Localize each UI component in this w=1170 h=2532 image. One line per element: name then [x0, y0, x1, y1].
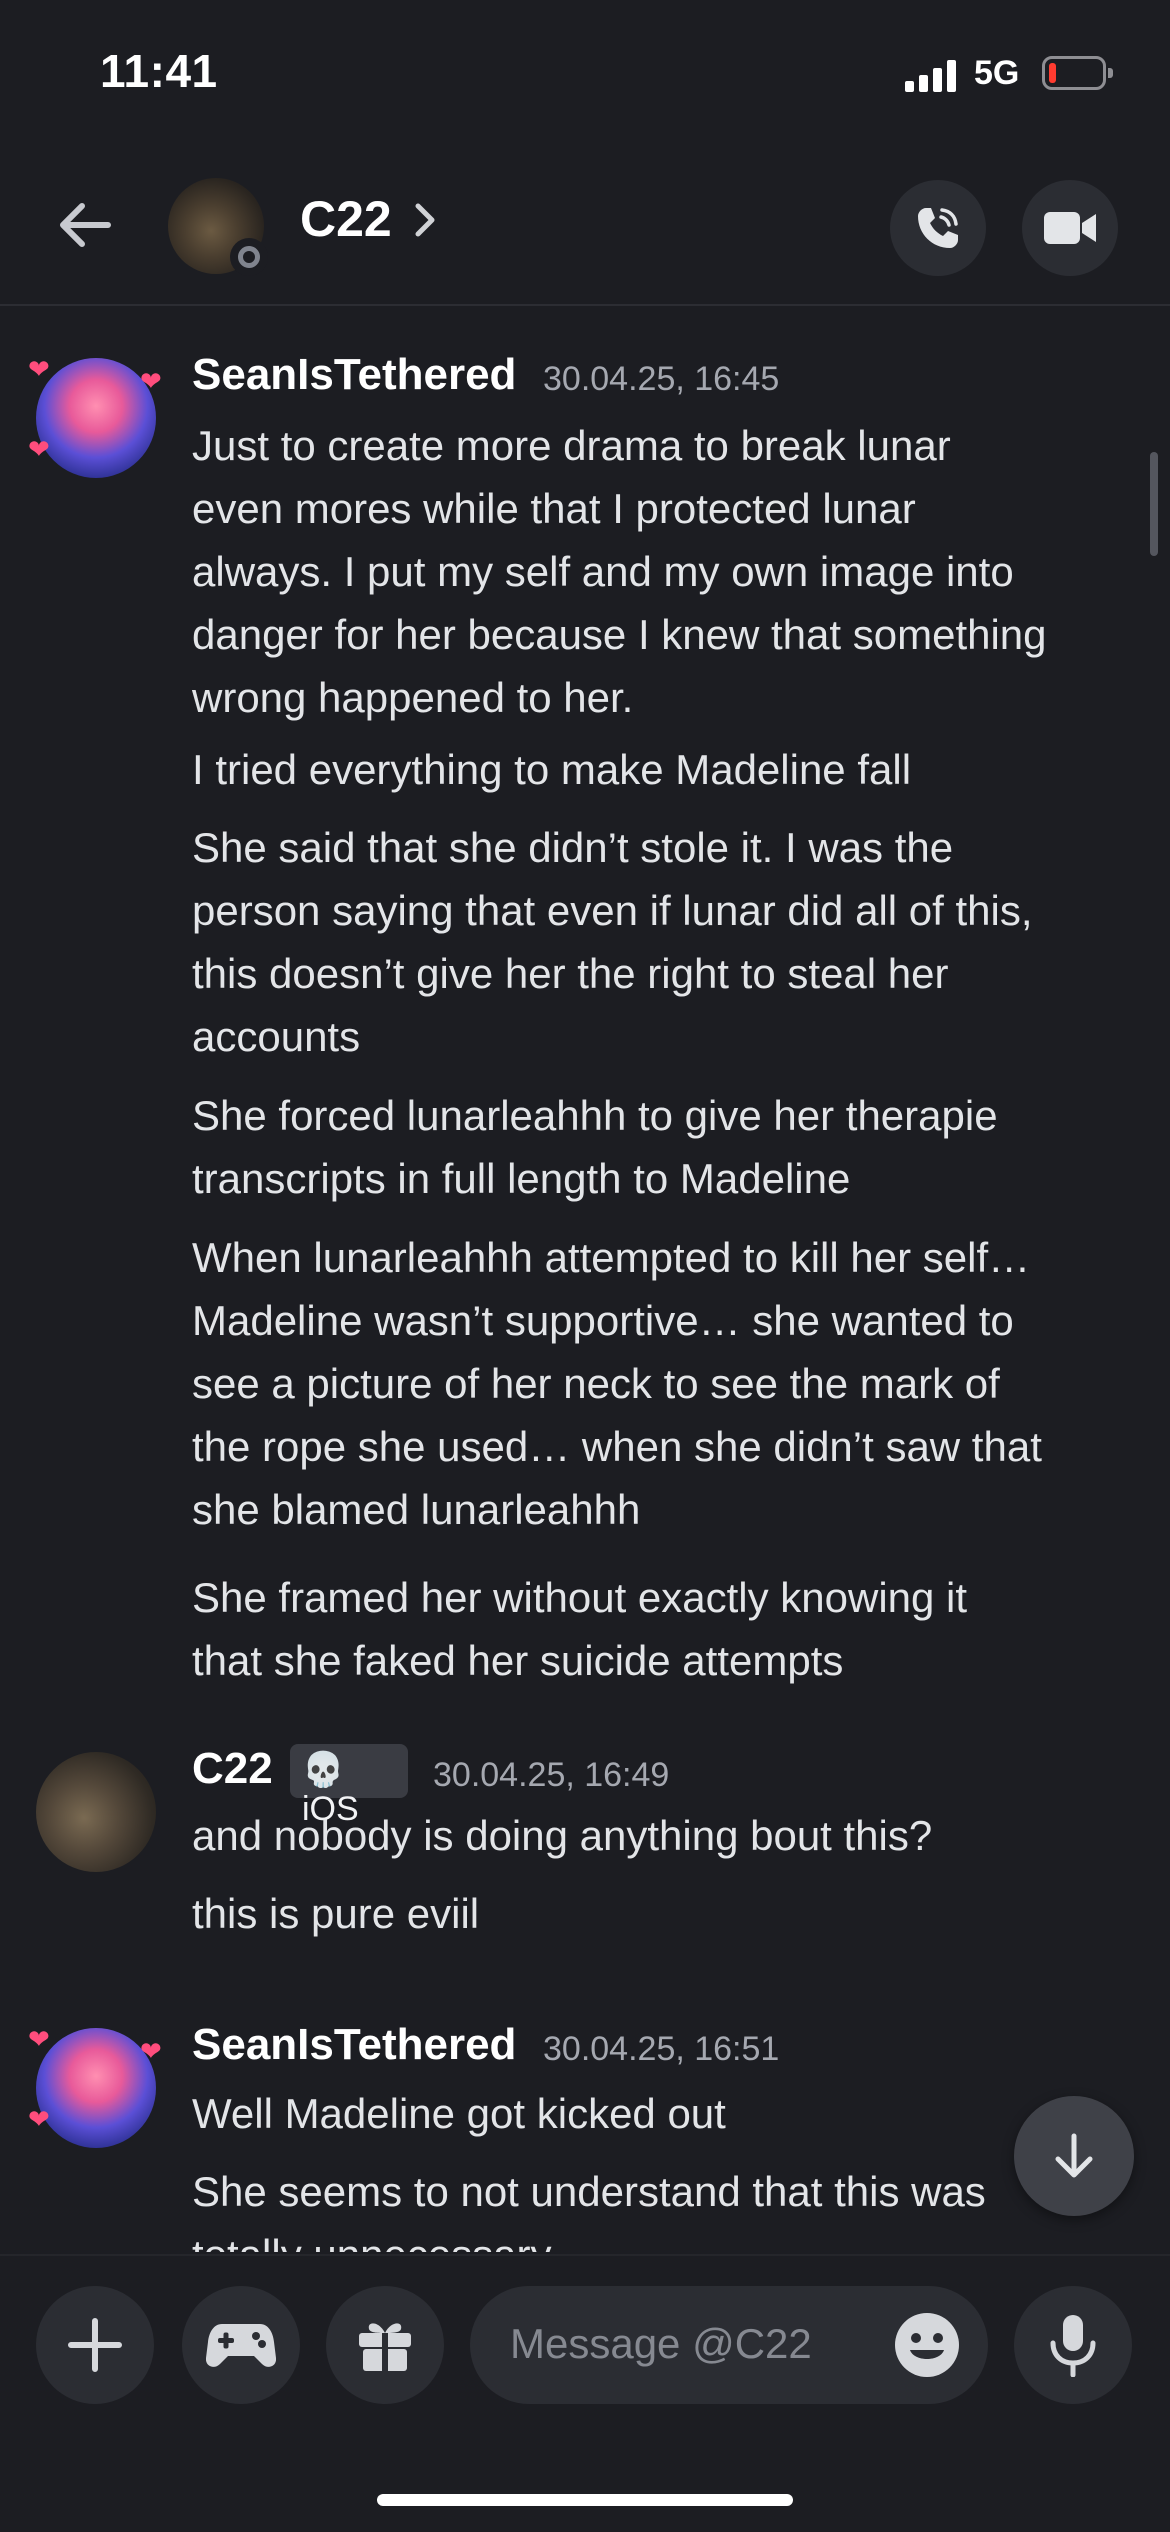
phone-icon	[918, 208, 958, 248]
message-author[interactable]: SeanIsTethered	[192, 2020, 516, 2070]
message-text[interactable]: Well Madeline got kicked out	[192, 2082, 1132, 2145]
voice-message-button[interactable]	[1014, 2286, 1132, 2404]
arrow-down-icon	[1055, 2133, 1093, 2178]
message-text[interactable]: She framed her without exactly knowing i…	[192, 1566, 1132, 1692]
author-avatar[interactable]	[36, 1752, 156, 1872]
heart-decoration-icon: ❤	[28, 434, 50, 464]
message-timestamp: 30.04.25, 16:49	[433, 1756, 670, 1794]
heart-decoration-icon: ❤	[28, 354, 50, 384]
contact-name[interactable]: C22	[300, 190, 392, 248]
heart-decoration-icon: ❤	[140, 366, 162, 396]
message-text[interactable]: When lunarleahhh attempted to kill her s…	[192, 1226, 1132, 1541]
skull-icon: 💀	[302, 1751, 345, 1789]
offline-status-indicator	[230, 238, 268, 276]
jump-to-latest-button[interactable]	[1014, 2096, 1134, 2216]
message-text[interactable]: and nobody is doing anything bout this?	[192, 1804, 1132, 1867]
battery-icon	[1042, 56, 1113, 90]
voice-call-button[interactable]	[890, 180, 986, 276]
back-button[interactable]	[50, 190, 120, 260]
message-text[interactable]: this is pure eviil	[192, 1882, 1132, 1945]
message-text[interactable]: She said that she didn’t stole it. I was…	[192, 816, 1132, 1068]
message-input[interactable]	[510, 2316, 840, 2372]
back-arrow-icon	[60, 203, 111, 247]
message-text[interactable]: She forced lunarleahhh to give her thera…	[192, 1084, 1132, 1210]
conversation-header: C22	[0, 150, 1170, 306]
platform-tag: 💀iOS	[290, 1744, 408, 1828]
heart-decoration-icon: ❤	[28, 2104, 50, 2134]
video-camera-icon	[1044, 212, 1096, 244]
message-timestamp: 30.04.25, 16:51	[543, 2030, 780, 2068]
gift-icon	[359, 2323, 411, 2371]
message-composer	[0, 2254, 1170, 2532]
message-author[interactable]: C22	[192, 1744, 273, 1794]
message-timestamp: 30.04.25, 16:45	[543, 360, 780, 398]
plus-icon	[68, 2318, 122, 2372]
emoji-icon[interactable]	[894, 2312, 960, 2378]
gamepad-icon	[206, 2324, 276, 2367]
chevron-right-icon[interactable]	[410, 200, 440, 240]
signal-icon	[905, 60, 959, 92]
message-list[interactable]: ❤ ❤ ❤ SeanIsTethered 30.04.25, 16:45 Jus…	[0, 308, 1170, 2252]
attach-button[interactable]	[36, 2286, 154, 2404]
message-text[interactable]: I tried everything to make Madeline fall	[192, 738, 1132, 801]
message-author[interactable]: SeanIsTethered	[192, 350, 516, 400]
activities-button[interactable]	[182, 2286, 300, 2404]
author-avatar[interactable]	[36, 358, 156, 478]
video-call-button[interactable]	[1022, 180, 1118, 276]
status-bar: 11:41 5G	[0, 0, 1170, 150]
author-avatar[interactable]	[36, 2028, 156, 2148]
message-text[interactable]: Just to create more drama to break lunar…	[192, 414, 1132, 729]
microphone-icon	[1050, 2315, 1096, 2377]
message-input-field[interactable]	[470, 2286, 988, 2404]
home-indicator[interactable]	[377, 2494, 793, 2506]
heart-decoration-icon: ❤	[140, 2036, 162, 2066]
scrollbar[interactable]	[1150, 452, 1158, 556]
network-label: 5G	[974, 54, 1020, 92]
status-time: 11:41	[100, 45, 218, 97]
heart-decoration-icon: ❤	[28, 2024, 50, 2054]
message-text[interactable]: She seems to not understand that this wa…	[192, 2160, 1132, 2252]
gift-button[interactable]	[326, 2286, 444, 2404]
